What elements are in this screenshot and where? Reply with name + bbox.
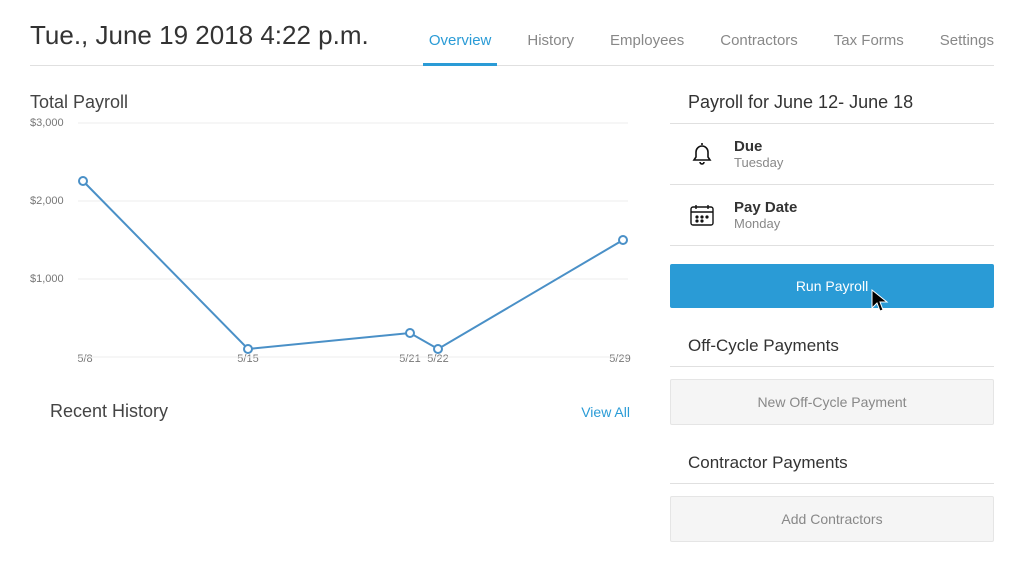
divider [670, 483, 994, 484]
y-tick-label: $3,000 [30, 117, 64, 129]
tab-employees[interactable]: Employees [610, 32, 684, 65]
chart-point [79, 177, 87, 185]
payroll-panel-title: Payroll for June 12- June 18 [670, 92, 994, 113]
due-value: Tuesday [734, 155, 783, 170]
tab-bar: Overview History Employees Contractors T… [429, 32, 994, 65]
tab-settings[interactable]: Settings [940, 32, 994, 65]
add-contractors-button[interactable]: Add Contractors [670, 496, 994, 542]
header: Tue., June 19 2018 4:22 p.m. Overview Hi… [30, 20, 994, 66]
view-all-link[interactable]: View All [581, 404, 630, 420]
chart-title: Total Payroll [30, 92, 630, 113]
tab-overview[interactable]: Overview [429, 32, 492, 65]
divider [670, 366, 994, 367]
chart-point [434, 345, 442, 353]
tab-history[interactable]: History [527, 32, 574, 65]
due-row: Due Tuesday [670, 124, 994, 185]
chart-svg [78, 117, 628, 357]
y-tick-label: $1,000 [30, 273, 64, 285]
y-tick-label: $2,000 [30, 195, 64, 207]
chart-point [244, 345, 252, 353]
offcycle-title: Off-Cycle Payments [670, 336, 994, 356]
calendar-icon [688, 201, 716, 229]
paydate-value: Monday [734, 216, 797, 231]
chart-point [619, 236, 627, 244]
recent-history-header: Recent History View All [30, 401, 630, 422]
contractor-title: Contractor Payments [670, 453, 994, 473]
recent-history-title: Recent History [30, 401, 168, 422]
new-offcycle-button[interactable]: New Off-Cycle Payment [670, 379, 994, 425]
paydate-label: Pay Date [734, 199, 797, 216]
chart-series-line [83, 181, 623, 349]
due-label: Due [734, 138, 783, 155]
run-payroll-button[interactable]: Run Payroll [670, 264, 994, 308]
paydate-row: Pay Date Monday [670, 185, 994, 246]
chart: $3,000 $2,000 $1,000 5/8 5/15 5/21 5/22 … [30, 117, 630, 377]
page-datetime: Tue., June 19 2018 4:22 p.m. [30, 20, 369, 65]
chart-point [406, 329, 414, 337]
bell-icon [688, 140, 716, 168]
tab-tax-forms[interactable]: Tax Forms [834, 32, 904, 65]
tab-contractors[interactable]: Contractors [720, 32, 798, 65]
